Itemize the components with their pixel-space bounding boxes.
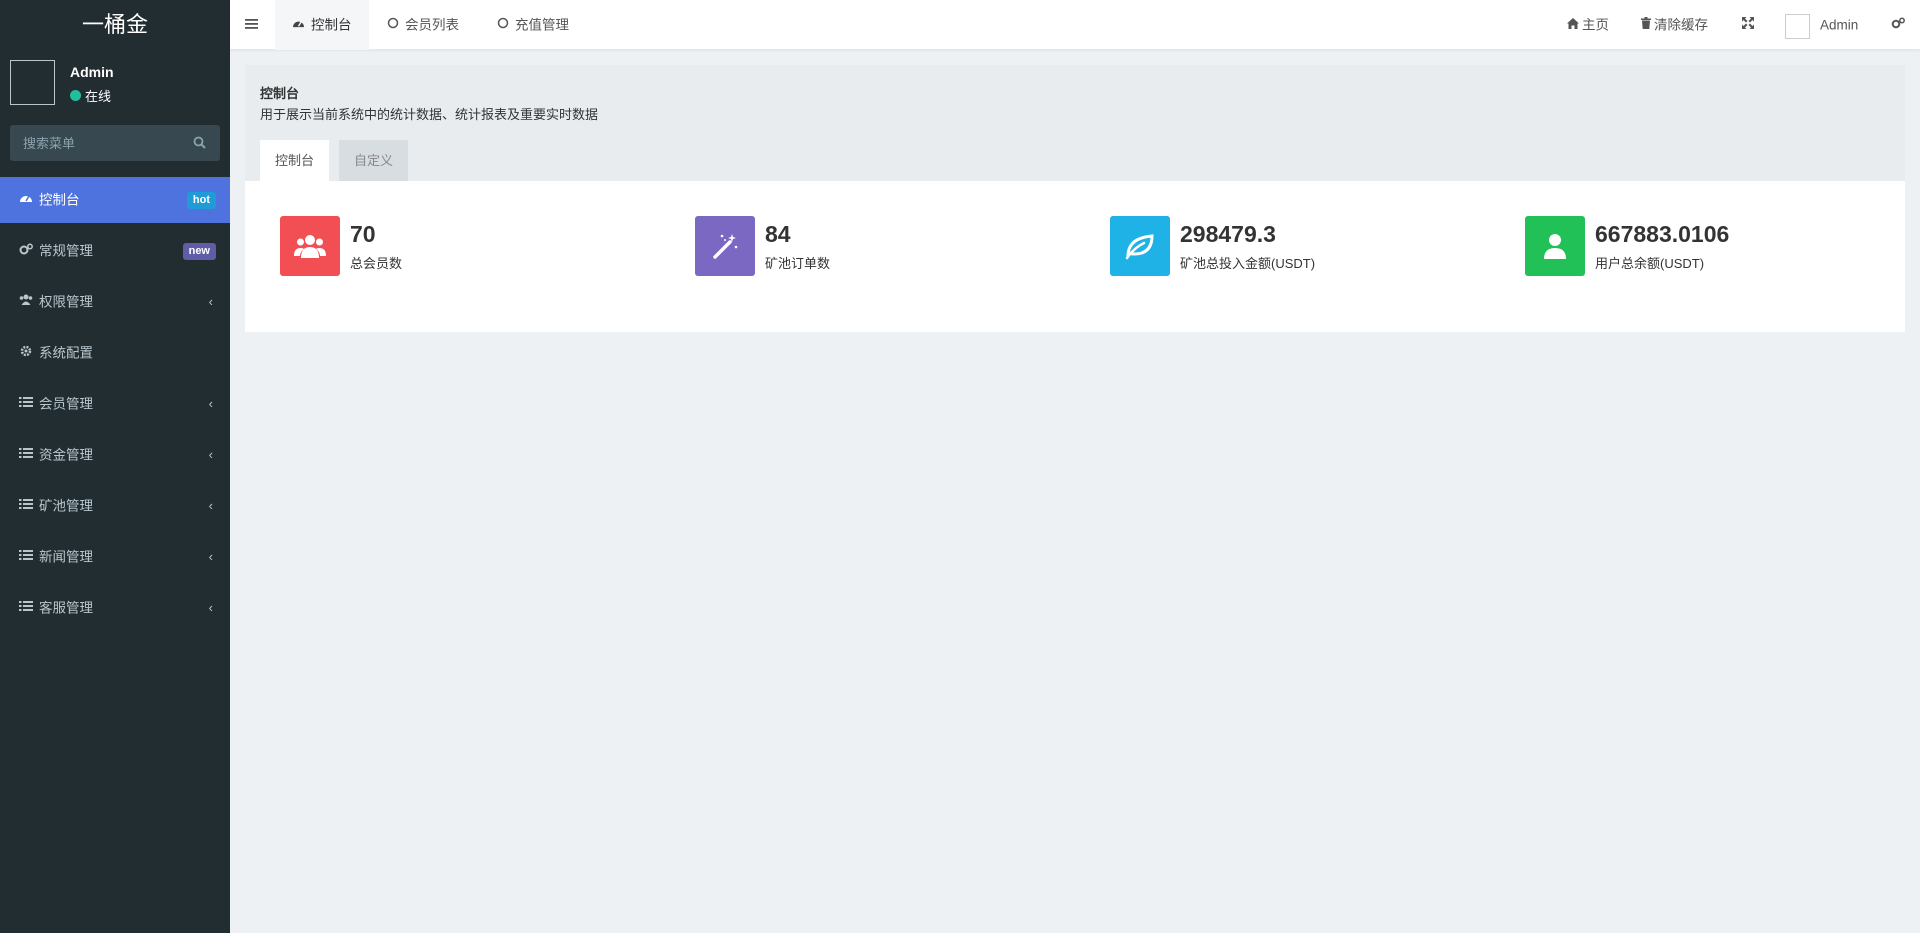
stat-value: 84	[765, 221, 791, 247]
sidebar-item-support[interactable]: 客服管理 ‹	[0, 585, 230, 631]
sidebar-item-label: 控制台	[39, 192, 80, 208]
stat-value: 70	[350, 221, 376, 247]
sidebar-menu: 控制台 hot 常规管理 new 权限管理 ‹ 系统配置 会员管理 ‹ 资金管理…	[0, 177, 230, 636]
list-icon	[19, 483, 33, 529]
app-logo[interactable]: 一桶金	[0, 0, 230, 50]
tab-label: 控制台	[311, 17, 352, 33]
sidebar-item-news[interactable]: 新闻管理 ‹	[0, 534, 230, 580]
home-link[interactable]: 主页	[1567, 0, 1609, 50]
user-name: Admin	[70, 64, 114, 80]
sidebar-item-auth[interactable]: 权限管理 ‹	[0, 279, 230, 325]
stat-value: 298479.3	[1180, 221, 1276, 247]
stat-value: 667883.0106	[1595, 221, 1730, 247]
panel-header: 控制台 用于展示当前系统中的统计数据、统计报表及重要实时数据 控制台 自定义	[245, 65, 1905, 181]
users-icon	[19, 279, 33, 325]
tab-label: 会员列表	[405, 17, 459, 33]
user-panel: Admin 在线	[0, 50, 230, 112]
chevron-left-icon: ‹	[208, 396, 213, 411]
list-icon	[19, 381, 33, 427]
sidebar-item-members[interactable]: 会员管理 ‹	[0, 381, 230, 427]
sidebar-item-label: 会员管理	[39, 396, 93, 412]
chevron-left-icon: ‹	[208, 294, 213, 309]
tab-label: 充值管理	[515, 17, 569, 33]
new-badge: new	[182, 243, 216, 260]
sidebar-item-label: 权限管理	[39, 294, 93, 310]
list-icon	[19, 585, 33, 631]
trash-icon	[1641, 0, 1651, 50]
avatar	[10, 60, 55, 105]
magic-wand-icon	[695, 216, 755, 276]
home-label: 主页	[1582, 17, 1609, 33]
sidebar-item-funds[interactable]: 资金管理 ‹	[0, 432, 230, 478]
sidebar-item-label: 客服管理	[39, 600, 93, 616]
search-icon[interactable]	[193, 136, 206, 152]
page-description: 用于展示当前系统中的统计数据、统计报表及重要实时数据	[260, 107, 599, 122]
tab-member-list[interactable]: 会员列表	[370, 0, 476, 50]
clear-cache-label: 清除缓存	[1654, 17, 1708, 33]
sidebar-item-label: 常规管理	[39, 243, 93, 259]
sidebar-item-config[interactable]: 系统配置	[0, 330, 230, 376]
settings-button[interactable]	[1891, 0, 1908, 50]
stat-label: 矿池总投入金额(USDT)	[1180, 256, 1316, 271]
cog-icon	[19, 330, 33, 376]
menu-toggle-icon[interactable]	[245, 17, 258, 33]
top-header: 控制台 会员列表 充值管理 主页 清除缓存 Admin	[230, 0, 1920, 50]
fullscreen-icon	[1742, 0, 1754, 50]
list-icon	[19, 534, 33, 580]
menu-search	[10, 125, 220, 161]
sidebar-item-general[interactable]: 常规管理 new	[0, 228, 230, 274]
fullscreen-button[interactable]	[1742, 0, 1757, 50]
dashboard-panel: 控制台 用于展示当前系统中的统计数据、统计报表及重要实时数据 控制台 自定义 7…	[245, 65, 1905, 332]
sidebar-item-label: 系统配置	[39, 345, 93, 361]
stat-label: 总会员数	[350, 256, 403, 271]
tab-custom[interactable]: 自定义	[339, 140, 409, 181]
home-icon	[1567, 0, 1579, 50]
sidebar-item-label: 新闻管理	[39, 549, 93, 565]
sidebar-item-dashboard[interactable]: 控制台 hot	[0, 177, 230, 223]
user-status: 在线	[70, 86, 114, 105]
leaf-icon	[1110, 216, 1170, 276]
circle-icon	[387, 0, 399, 50]
sidebar-item-label: 矿池管理	[39, 498, 93, 514]
cogs-icon	[19, 228, 33, 274]
tab-dashboard-panel[interactable]: 控制台	[260, 140, 330, 181]
chevron-left-icon: ‹	[208, 498, 213, 513]
tab-dashboard[interactable]: 控制台	[275, 0, 369, 50]
online-dot-icon	[70, 90, 81, 101]
circle-icon	[497, 0, 509, 50]
chevron-left-icon: ‹	[208, 549, 213, 564]
header-avatar[interactable]	[1785, 14, 1810, 39]
cogs-icon	[1891, 0, 1905, 50]
user-icon	[1525, 216, 1585, 276]
dashboard-icon	[19, 177, 33, 223]
hot-badge: hot	[186, 192, 216, 209]
stat-label: 矿池订单数	[765, 256, 831, 271]
page-title: 控制台	[260, 86, 300, 101]
dashboard-icon	[292, 0, 305, 50]
clear-cache-button[interactable]: 清除缓存	[1641, 0, 1708, 50]
chevron-left-icon: ‹	[208, 447, 213, 462]
admin-menu[interactable]: Admin	[1820, 0, 1858, 50]
users-icon	[280, 216, 340, 276]
sidebar-item-pool[interactable]: 矿池管理 ‹	[0, 483, 230, 529]
chevron-left-icon: ‹	[208, 600, 213, 615]
user-status-label: 在线	[85, 89, 112, 104]
tab-recharge[interactable]: 充值管理	[480, 0, 586, 50]
stat-label: 用户总余额(USDT)	[1595, 256, 1705, 271]
sidebar-item-label: 资金管理	[39, 447, 93, 463]
menu-search-input[interactable]	[10, 125, 180, 161]
admin-label: Admin	[1820, 17, 1859, 33]
sidebar: 一桶金 Admin 在线 控制台 hot 常规管理 new	[0, 0, 230, 933]
list-icon	[19, 432, 33, 478]
